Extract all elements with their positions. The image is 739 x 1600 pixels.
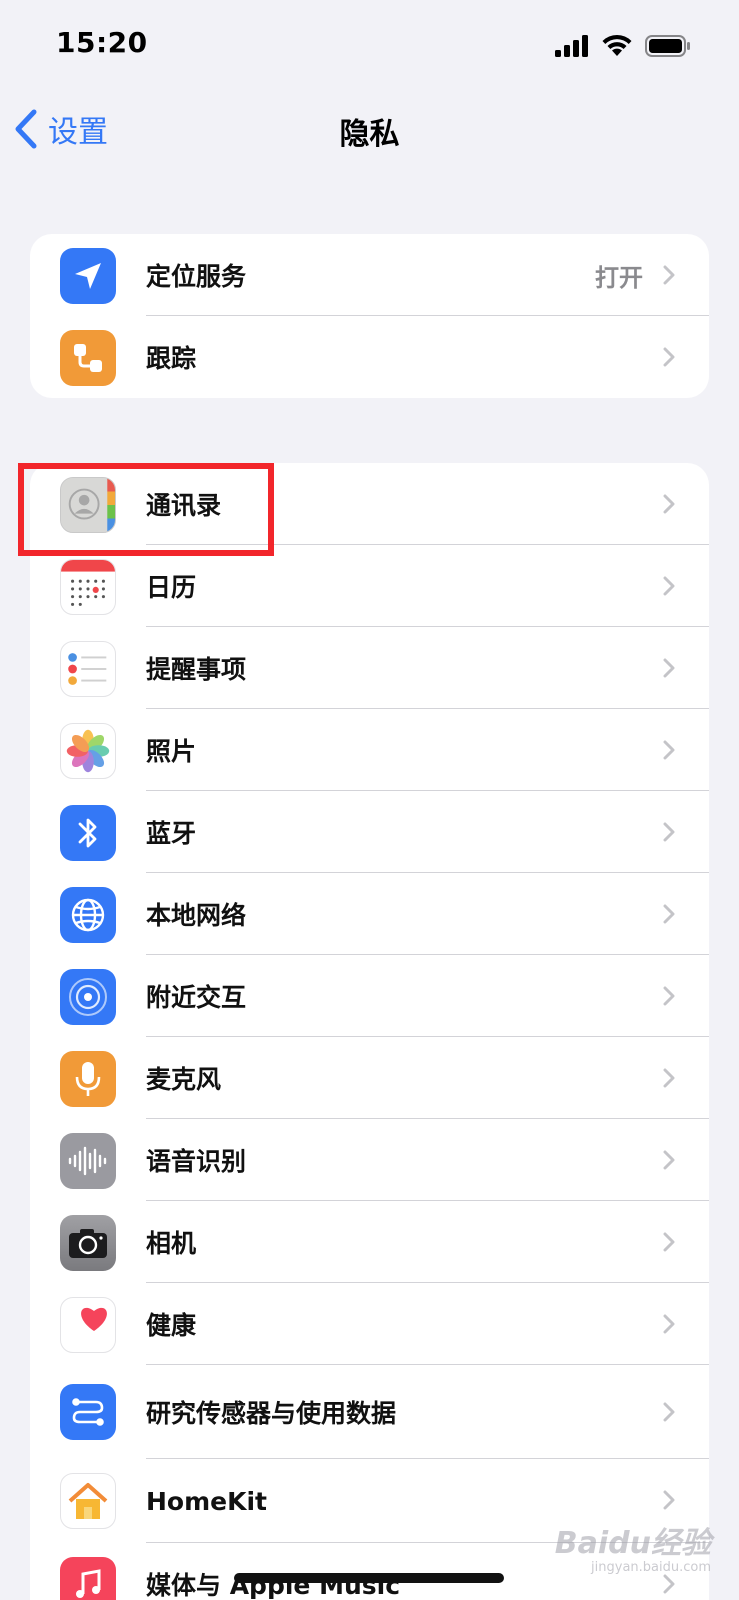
row-label: 健康 [146,1311,197,1340]
row-label: 通讯录 [146,491,222,520]
row-tracking[interactable]: 跟踪 [30,316,709,398]
row-label: 相机 [146,1229,197,1258]
row-label: 研究传感器与使用数据 [146,1399,397,1428]
chevron-right-icon [663,1232,675,1252]
row-camera[interactable]: 相机 [30,1201,709,1283]
calendar-icon [60,559,116,615]
chevron-right-icon [663,1314,675,1334]
row-label: 附近交互 [146,983,247,1012]
row-speech-recognition[interactable]: 语音识别 [30,1119,709,1201]
settings-group-location: 定位服务 打开 跟踪 [30,234,709,398]
location-arrow-icon [60,248,116,304]
speech-waveform-icon [60,1133,116,1189]
chevron-right-icon [663,986,675,1006]
status-icons [555,34,691,58]
chevron-right-icon [663,1402,675,1422]
row-calendar[interactable]: 日历 [30,545,709,627]
nearby-interaction-icon [60,969,116,1025]
bluetooth-icon [60,805,116,861]
reminders-icon [60,641,116,697]
page-title: 隐私 [339,117,400,152]
row-photos[interactable]: 照片 [30,709,709,791]
row-reminders[interactable]: 提醒事项 [30,627,709,709]
row-label: 麦克风 [146,1065,222,1094]
watermark-main: Baidu经验 [554,1526,711,1561]
row-label: 提醒事项 [146,655,247,684]
row-label: 语音识别 [146,1147,247,1176]
navigation-bar: 设置 隐私 [0,95,739,165]
heart-icon [60,1297,116,1353]
chevron-right-icon [663,658,675,678]
baidu-watermark: Baidu经验 jingyan.baidu.com [555,1518,711,1575]
chevron-right-icon [663,1490,675,1510]
row-label: 媒体与 Apple Music [146,1571,401,1600]
row-location-services[interactable]: 定位服务 打开 [30,234,709,316]
row-research-sensor[interactable]: 研究传感器与使用数据 [30,1365,709,1459]
battery-icon [645,35,690,57]
photos-icon [60,723,116,779]
chevron-right-icon [663,1068,675,1088]
row-label: 日历 [146,573,197,602]
row-bluetooth[interactable]: 蓝牙 [30,791,709,873]
chevron-right-icon [663,494,675,514]
camera-icon [60,1215,116,1271]
contacts-icon [60,477,116,533]
music-icon [60,1557,116,1600]
row-contacts[interactable]: 通讯录 [30,463,709,545]
chevron-right-icon [663,740,675,760]
home-indicator[interactable] [234,1573,504,1583]
chevron-right-icon [663,1574,675,1594]
globe-icon [60,887,116,943]
row-label: 本地网络 [146,901,247,930]
row-label: 跟踪 [146,344,197,373]
row-health[interactable]: 健康 [30,1283,709,1365]
chevron-right-icon [663,822,675,842]
watermark-sub: jingyan.baidu.com [591,1560,711,1575]
row-label: 蓝牙 [146,819,197,848]
row-label: 定位服务 [146,262,247,291]
wifi-icon [602,34,632,56]
research-sensor-icon [60,1384,116,1440]
row-local-network[interactable]: 本地网络 [30,873,709,955]
row-label: 照片 [146,737,197,766]
status-time: 15:20 [56,26,148,59]
row-nearby-interaction[interactable]: 附近交互 [30,955,709,1037]
row-value: 打开 [595,263,643,292]
status-bar: 15:20 [0,0,739,95]
row-microphone[interactable]: 麦克风 [30,1037,709,1119]
tracking-icon [60,330,116,386]
signal-icon [555,35,588,57]
chevron-right-icon [663,904,675,924]
home-icon [60,1473,116,1529]
row-label: HomeKit [146,1486,267,1516]
chevron-right-icon [663,265,675,285]
chevron-right-icon [663,347,675,367]
settings-group-permissions: 通讯录 日历 提醒事项 照片 蓝牙 本地网络 附近交互 麦克风 语音识别 相机 … [30,463,709,1600]
chevron-right-icon [663,1150,675,1170]
chevron-right-icon [663,576,675,596]
microphone-icon [60,1051,116,1107]
